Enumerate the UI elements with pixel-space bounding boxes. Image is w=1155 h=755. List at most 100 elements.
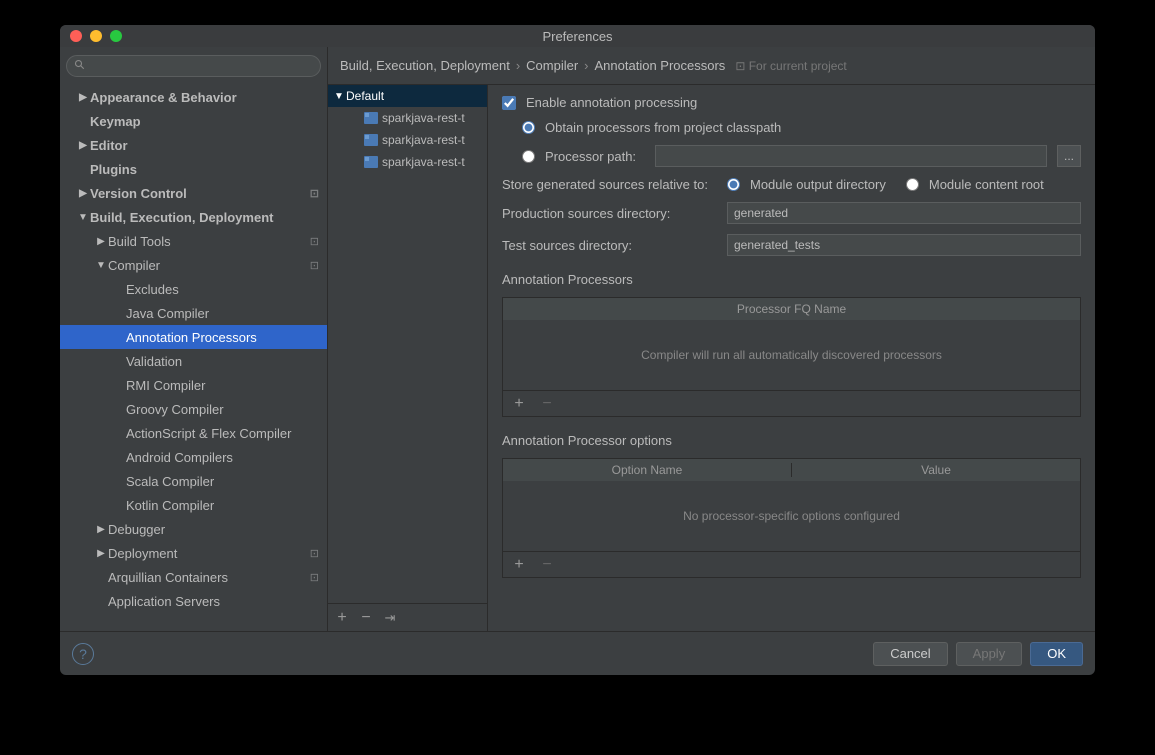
tree-item-label: Kotlin Compiler xyxy=(126,498,214,513)
processor-path-row: Processor path: ... xyxy=(502,145,1081,167)
store-output-radio[interactable] xyxy=(727,178,740,191)
tree-item-label: RMI Compiler xyxy=(126,378,205,393)
test-dir-label: Test sources directory: xyxy=(502,238,717,253)
tree-item[interactable]: Validation xyxy=(60,349,327,373)
tree-item[interactable]: ▶Appearance & Behavior xyxy=(60,85,327,109)
tree-item[interactable]: Android Compilers xyxy=(60,445,327,469)
tree-item-label: Deployment xyxy=(108,546,177,561)
tree-item[interactable]: Arquillian Containers⊡ xyxy=(60,565,327,589)
breadcrumb-sep: › xyxy=(584,58,588,73)
profile-item[interactable]: ▼Default xyxy=(328,85,487,107)
store-content-radio[interactable] xyxy=(906,178,919,191)
ok-button[interactable]: OK xyxy=(1030,642,1083,666)
tree-item[interactable]: ActionScript & Flex Compiler xyxy=(60,421,327,445)
profile-tree[interactable]: ▼Defaultsparkjava-rest-tsparkjava-rest-t… xyxy=(328,85,487,603)
opt-col-value[interactable]: Value xyxy=(792,463,1080,477)
search-input[interactable] xyxy=(66,55,321,77)
test-dir-input[interactable] xyxy=(727,234,1081,256)
close-window-button[interactable] xyxy=(70,30,82,42)
profile-item[interactable]: sparkjava-rest-t xyxy=(328,107,487,129)
module-label: sparkjava-rest-t xyxy=(382,133,465,147)
tree-item[interactable]: ▶Editor xyxy=(60,133,327,157)
tree-item[interactable]: Kotlin Compiler xyxy=(60,493,327,517)
tree-item[interactable]: Plugins xyxy=(60,157,327,181)
dialog-body: ▶Appearance & Behavior Keymap ▶EditorPlugi… xyxy=(60,47,1095,631)
project-scope-icon: ⊡ xyxy=(310,259,319,272)
prod-dir-input[interactable] xyxy=(727,202,1081,224)
profile-item[interactable]: sparkjava-rest-t xyxy=(328,129,487,151)
module-icon xyxy=(364,156,378,168)
ap-remove-button[interactable]: − xyxy=(539,395,555,413)
tree-item[interactable]: ▶Deployment ⊡ xyxy=(60,541,327,565)
tree-item[interactable]: ▶Build Tools⊡ xyxy=(60,229,327,253)
tree-arrow-icon: ▶ xyxy=(96,236,106,247)
tree-item[interactable]: Excludes xyxy=(60,277,327,301)
tree-item-label: Version Control xyxy=(90,186,187,201)
obtain-classpath-radio[interactable] xyxy=(522,121,535,134)
tree-item[interactable]: ▼Build, Execution, Deployment xyxy=(60,205,327,229)
tree-item[interactable]: Groovy Compiler xyxy=(60,397,327,421)
profile-label: Default xyxy=(346,89,384,103)
tree-item[interactable]: Scala Compiler xyxy=(60,469,327,493)
search-wrap xyxy=(60,47,327,85)
tree-item[interactable]: Application Servers xyxy=(60,589,327,613)
tree-item[interactable]: RMI Compiler xyxy=(60,373,327,397)
obtain-classpath-label: Obtain processors from project classpath xyxy=(545,120,781,135)
breadcrumb-suffix: ⊡ For current project xyxy=(735,59,846,73)
processor-path-browse-button[interactable]: ... xyxy=(1057,145,1081,167)
store-label: Store generated sources relative to: xyxy=(502,177,717,192)
ap-add-button[interactable]: + xyxy=(511,395,527,413)
footer: ? Cancel Apply OK xyxy=(60,631,1095,675)
prod-dir-label: Production sources directory: xyxy=(502,206,717,221)
ap-table: Processor FQ Name Compiler will run all … xyxy=(502,297,1081,417)
processor-path-label: Processor path: xyxy=(545,149,645,164)
opt-add-button[interactable]: + xyxy=(511,556,527,574)
tree-arrow-icon: ▶ xyxy=(78,188,88,199)
ap-table-empty: Compiler will run all automatically disc… xyxy=(503,320,1080,390)
main-panel: Build, Execution, Deployment › Compiler … xyxy=(328,47,1095,631)
profile-toolbar: + − ⇥ xyxy=(328,603,487,631)
tree-item[interactable]: Java Compiler xyxy=(60,301,327,325)
ap-col-name[interactable]: Processor FQ Name xyxy=(503,302,1080,316)
opt-col-name[interactable]: Option Name xyxy=(503,463,792,477)
tree-item[interactable]: ▶Debugger xyxy=(60,517,327,541)
tree-item[interactable]: ▶Version Control⊡ xyxy=(60,181,327,205)
tree-item-label: Debugger xyxy=(108,522,165,537)
tree-item-label: Validation xyxy=(126,354,182,369)
tree-item[interactable]: Keymap xyxy=(60,109,327,133)
remove-profile-button[interactable]: − xyxy=(358,609,374,627)
window-title: Preferences xyxy=(542,29,612,44)
tree-arrow-icon: ▶ xyxy=(78,140,88,151)
tree-item-label: Android Compilers xyxy=(126,450,233,465)
opt-remove-button[interactable]: − xyxy=(539,556,555,574)
enable-ap-checkbox[interactable] xyxy=(502,96,516,110)
obtain-classpath-row[interactable]: Obtain processors from project classpath xyxy=(502,120,1081,135)
zoom-window-button[interactable] xyxy=(110,30,122,42)
profile-item[interactable]: sparkjava-rest-t xyxy=(328,151,487,173)
tree-arrow-icon: ▶ xyxy=(96,548,106,559)
tree-item-label: Keymap xyxy=(90,114,141,129)
apply-button[interactable]: Apply xyxy=(956,642,1023,666)
tree-item-label: Application Servers xyxy=(108,594,220,609)
traffic-lights xyxy=(60,30,122,42)
add-profile-button[interactable]: + xyxy=(334,609,350,627)
cancel-button[interactable]: Cancel xyxy=(873,642,947,666)
profile-arrow-icon: ▼ xyxy=(334,91,344,102)
breadcrumb-part: Build, Execution, Deployment xyxy=(340,58,510,73)
help-button[interactable]: ? xyxy=(72,643,94,665)
project-scope-icon: ⊡ xyxy=(310,571,319,584)
store-row: Store generated sources relative to: Mod… xyxy=(502,177,1081,192)
minimize-window-button[interactable] xyxy=(90,30,102,42)
tree-item[interactable]: Annotation Processors xyxy=(60,325,327,349)
processor-path-input[interactable] xyxy=(655,145,1047,167)
tree-item-label: ActionScript & Flex Compiler xyxy=(126,426,291,441)
store-output-option[interactable]: Module output directory xyxy=(727,177,886,192)
processor-path-radio[interactable] xyxy=(522,150,535,163)
move-module-button[interactable]: ⇥ xyxy=(382,610,398,626)
project-scope-icon: ⊡ xyxy=(310,547,319,560)
enable-ap-row[interactable]: Enable annotation processing xyxy=(502,95,1081,110)
settings-tree[interactable]: ▶Appearance & Behavior Keymap ▶EditorPlugi… xyxy=(60,85,327,631)
tree-arrow-icon: ▼ xyxy=(78,212,88,223)
store-content-option[interactable]: Module content root xyxy=(906,177,1044,192)
tree-item[interactable]: ▼Compiler⊡ xyxy=(60,253,327,277)
